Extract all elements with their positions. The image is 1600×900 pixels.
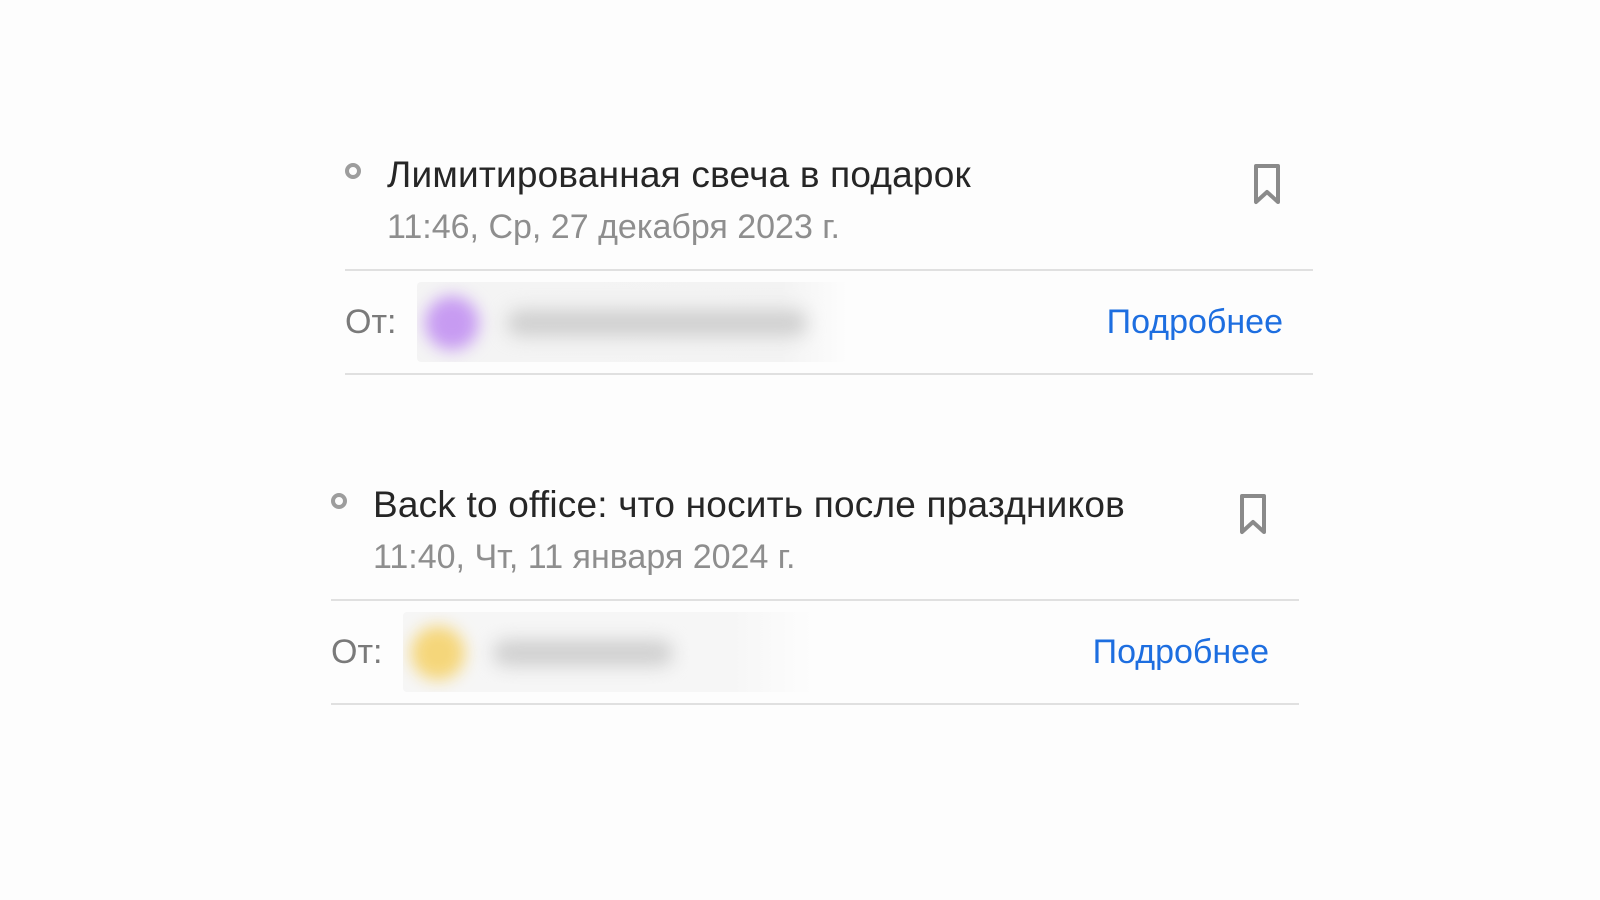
email-date: 11:46, Ср, 27 декабря 2023 г.: [387, 208, 840, 246]
bookmark-icon[interactable]: [1237, 492, 1269, 536]
unread-circle-icon[interactable]: [345, 163, 361, 179]
unread-circle-icon[interactable]: [331, 493, 347, 509]
email-subject: Лимитированная свеча в подарок: [387, 154, 971, 195]
sender-avatar: [411, 626, 465, 680]
divider: [345, 373, 1313, 375]
mail-screen: Лимитированная свеча в подарок 11:46, Ср…: [0, 0, 1600, 900]
from-label: От:: [345, 302, 397, 341]
from-row: От: Подробнее: [345, 271, 1313, 373]
sender-name-redacted: [507, 310, 807, 336]
from-label: От:: [331, 632, 383, 671]
from-row: От: Подробнее: [331, 601, 1299, 703]
details-link[interactable]: Подробнее: [1093, 633, 1269, 672]
email-header: Лимитированная свеча в подарок 11:46, Ср…: [345, 150, 1313, 269]
email-card: Back to office: что носить после праздни…: [331, 480, 1299, 705]
bookmark-icon[interactable]: [1251, 162, 1283, 206]
sender-redacted: [417, 282, 847, 362]
divider: [331, 703, 1299, 705]
email-header: Back to office: что носить после праздни…: [331, 480, 1299, 599]
details-link[interactable]: Подробнее: [1107, 303, 1283, 342]
email-subject: Back to office: что носить после праздни…: [373, 484, 1125, 525]
email-date: 11:40, Чт, 11 января 2024 г.: [373, 538, 796, 576]
sender-name-redacted: [493, 640, 673, 666]
sender-redacted: [403, 612, 813, 692]
sender-avatar: [425, 296, 479, 350]
email-card: Лимитированная свеча в подарок 11:46, Ср…: [345, 150, 1313, 375]
